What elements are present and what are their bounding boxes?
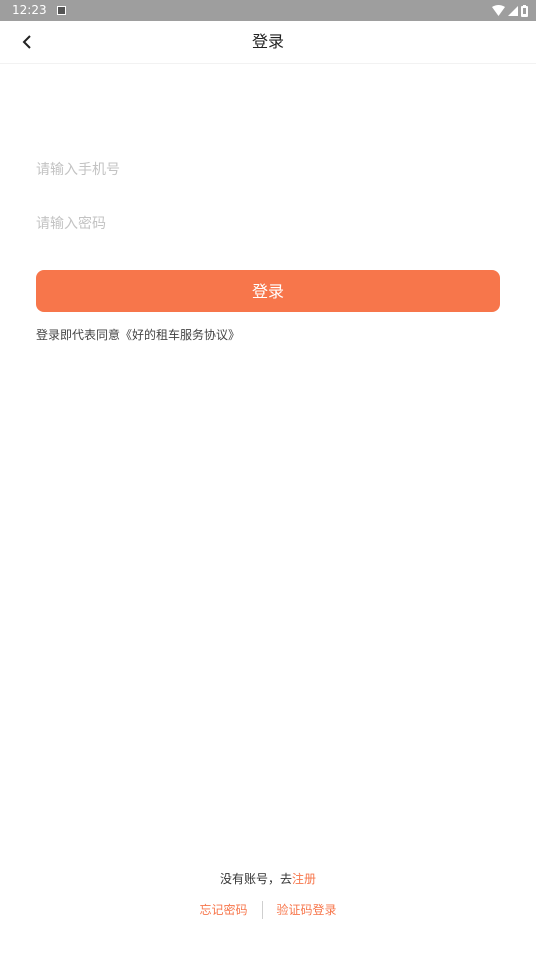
nav-bar: 登录 (0, 21, 536, 64)
page-title: 登录 (251, 32, 284, 51)
agreement-text: 登录即代表同意《好的租车服务协议》 (36, 326, 240, 344)
login-button[interactable]: 登录 (36, 270, 500, 312)
bottom-links: 忘记密码 验证码登录 (0, 900, 536, 920)
signal-icon (508, 5, 518, 16)
register-prompt: 没有账号，去注册 (0, 870, 536, 888)
agreement-link[interactable]: 《好的租车服务协议》 (120, 328, 240, 342)
wifi-icon (492, 5, 505, 16)
password-input[interactable] (36, 206, 500, 242)
notification-icon (57, 6, 66, 15)
link-divider (261, 901, 263, 919)
battery-icon (521, 4, 528, 17)
register-prompt-text: 没有账号，去 (219, 872, 292, 886)
sms-login-link[interactable]: 验证码登录 (277, 901, 337, 919)
status-bar: 12:23 (0, 0, 536, 21)
phone-input[interactable] (36, 152, 500, 188)
agreement-prefix: 登录即代表同意 (36, 328, 121, 342)
register-link[interactable]: 注册 (292, 872, 316, 886)
status-icons (492, 4, 528, 17)
status-time: 12:23 (12, 3, 47, 17)
forgot-password-link[interactable]: 忘记密码 (199, 901, 247, 919)
